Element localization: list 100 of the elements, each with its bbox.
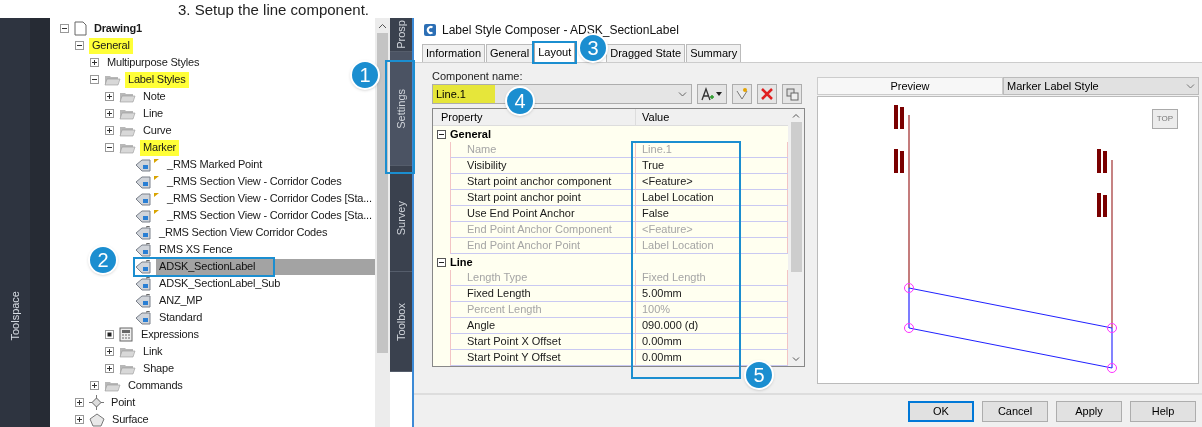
- property-name: Use End Point Anchor: [451, 206, 636, 221]
- tree-item[interactable]: ADSK_SectionLabel_Sub: [156, 275, 284, 292]
- property-name: Name: [451, 142, 636, 157]
- scroll-thumb[interactable]: [790, 122, 802, 272]
- toolspace-tab[interactable]: Settings: [390, 52, 412, 166]
- scroll-thumb[interactable]: [377, 33, 388, 353]
- label-style-icon: [134, 259, 152, 274]
- dialog-button[interactable]: Help: [1130, 400, 1196, 422]
- property-name: Start point anchor component: [451, 174, 636, 189]
- callout-frame: [532, 41, 577, 64]
- component-value: Line.1: [433, 85, 495, 103]
- caret-icon: [678, 91, 687, 97]
- dialog-button[interactable]: Cancel: [982, 400, 1048, 422]
- tree-item[interactable]: Link: [140, 343, 166, 360]
- instruction-heading: 3. Setup the line component.: [178, 1, 369, 18]
- label-style-icon: [134, 310, 152, 325]
- delete-icon: [761, 88, 773, 100]
- add-component-button[interactable]: [697, 84, 727, 104]
- tree-item[interactable]: Line: [140, 105, 166, 122]
- property-name: Visibility: [451, 158, 636, 173]
- collapse-icon[interactable]: [437, 129, 446, 139]
- folder-icon: [119, 107, 136, 120]
- scrollbar[interactable]: [375, 18, 390, 427]
- property-name: Length Type: [451, 270, 636, 285]
- tree-item[interactable]: Drawing1: [91, 20, 145, 37]
- preview-button[interactable]: Preview: [817, 77, 1003, 95]
- collapse-icon[interactable]: [437, 257, 446, 267]
- app-logo-icon: [424, 24, 436, 36]
- property-name: Start point anchor point: [451, 190, 636, 205]
- dialog-button[interactable]: OK: [908, 400, 974, 422]
- tree-item[interactable]: Marker: [140, 139, 180, 156]
- tree-item[interactable]: Note: [140, 88, 169, 105]
- expand-toggle[interactable]: [90, 58, 99, 67]
- column-header[interactable]: Value: [636, 109, 788, 125]
- collapse-toggle[interactable]: [105, 143, 114, 152]
- folder-icon: [119, 362, 136, 375]
- document-icon: [74, 21, 87, 36]
- label-style-icon: [134, 276, 152, 291]
- tree-item[interactable]: Commands: [125, 377, 186, 394]
- tree-item[interactable]: Curve: [140, 122, 175, 139]
- label-style-icon: [134, 293, 152, 308]
- tree-item[interactable]: Shape: [140, 360, 177, 377]
- tree-item[interactable]: _RMS Marked Point: [164, 156, 266, 173]
- delete-button[interactable]: [757, 84, 777, 104]
- tree-item[interactable]: Multipurpose Styles: [104, 54, 203, 71]
- label-style-flag-icon: [134, 157, 160, 172]
- tree-item[interactable]: RMS XS Fence: [156, 241, 236, 258]
- dialog-tab[interactable]: General: [486, 44, 534, 62]
- label-style-flag-icon: [134, 208, 160, 223]
- folder-icon: [104, 73, 121, 86]
- component-name-label: Component name:: [432, 69, 524, 83]
- tree-item[interactable]: Expressions: [138, 326, 202, 343]
- grid-scrollbar[interactable]: [788, 109, 804, 366]
- text-add-caret-icon: [701, 87, 723, 101]
- tree-item[interactable]: Standard: [156, 309, 206, 326]
- folder-icon: [104, 379, 121, 392]
- toggle-icon[interactable]: [105, 330, 114, 339]
- dialog-tab[interactable]: Summary: [686, 44, 742, 62]
- label-style-icon: [134, 242, 152, 257]
- group-heading: General: [450, 126, 491, 142]
- tree-item[interactable]: _RMS Section View Corridor Codes: [156, 224, 331, 241]
- property-name: Percent Length: [451, 302, 636, 317]
- copy-button[interactable]: [782, 84, 802, 104]
- surface-icon: [89, 412, 105, 427]
- tree-item[interactable]: _RMS Section View - Corridor Codes: [164, 173, 345, 190]
- expand-toggle[interactable]: [105, 126, 114, 135]
- collapse-toggle[interactable]: [60, 24, 69, 33]
- expand-toggle[interactable]: [90, 381, 99, 390]
- dialog-tab[interactable]: Information: [422, 44, 486, 62]
- label-style-flag-icon: [134, 191, 160, 206]
- style-dropdown[interactable]: Marker Label Style: [1003, 77, 1199, 95]
- folder-icon: [119, 345, 136, 358]
- expand-toggle[interactable]: [105, 364, 114, 373]
- dialog-tab[interactable]: Dragged State: [606, 44, 686, 62]
- tree-item[interactable]: General: [89, 37, 133, 54]
- group-heading: Line: [450, 254, 473, 270]
- tree-item[interactable]: Surface: [109, 411, 152, 427]
- dialog-button[interactable]: Apply: [1056, 400, 1122, 422]
- tree-item[interactable]: ANZ_MP: [156, 292, 206, 309]
- toolspace-tab[interactable]: Prosp: [390, 18, 412, 52]
- tree-item[interactable]: ADSK_SectionLabel: [156, 258, 375, 275]
- scroll-up-icon[interactable]: [378, 23, 387, 29]
- collapse-toggle[interactable]: [90, 75, 99, 84]
- label-style-icon: [134, 225, 152, 240]
- tree-item[interactable]: _RMS Section View - Corridor Codes [Sta...: [164, 207, 375, 224]
- toolspace-title: Toolspace: [7, 291, 22, 341]
- expand-toggle[interactable]: [105, 92, 114, 101]
- collapse-toggle[interactable]: [75, 41, 84, 50]
- folder-icon: [119, 124, 136, 137]
- view-top-button[interactable]: TOP: [1152, 109, 1178, 129]
- dialog-tab[interactable]: Layout: [534, 42, 576, 62]
- expand-toggle[interactable]: [105, 109, 114, 118]
- expand-toggle[interactable]: [75, 398, 84, 407]
- tree-item[interactable]: Point: [108, 394, 139, 411]
- calculator-icon: [119, 327, 134, 342]
- expand-toggle[interactable]: [75, 415, 84, 424]
- expand-toggle[interactable]: [105, 347, 114, 356]
- tree-item[interactable]: Label Styles: [125, 71, 189, 88]
- label-style-flag-icon: [134, 174, 160, 189]
- tree-item[interactable]: _RMS Section View - Corridor Codes [Sta...: [164, 190, 375, 207]
